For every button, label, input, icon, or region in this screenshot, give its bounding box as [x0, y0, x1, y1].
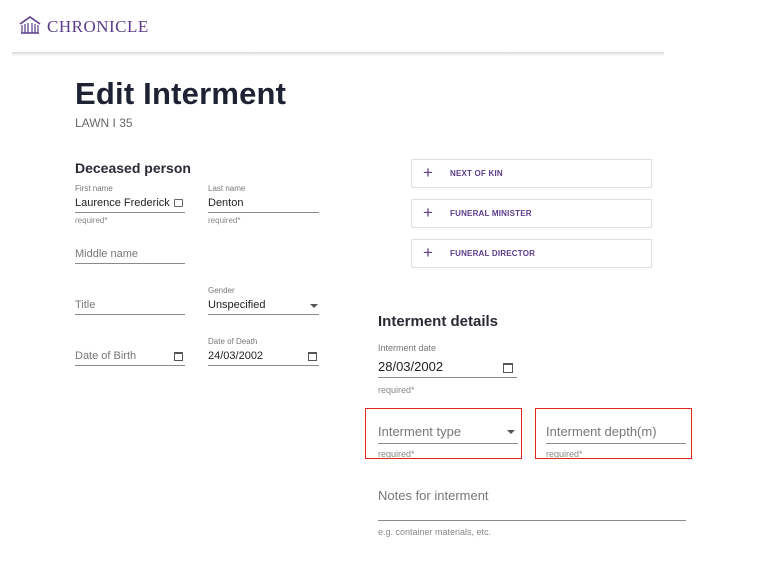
interment-depth-placeholder: Interment depth(m) — [546, 424, 657, 439]
calendar-icon[interactable] — [503, 363, 513, 373]
interment-type-underline — [378, 443, 518, 444]
date-of-death-label: Date of Death — [208, 337, 258, 346]
interment-notes-placeholder: Notes for interment — [378, 488, 489, 503]
title-underline — [75, 314, 185, 315]
calendar-icon[interactable] — [308, 352, 317, 361]
date-of-death-underline — [208, 365, 319, 366]
section-deceased-heading: Deceased person — [75, 160, 191, 176]
title-placeholder: Title — [75, 299, 96, 311]
interment-date-value: 28/03/2002 — [378, 359, 444, 374]
interment-notes-underline — [378, 520, 686, 521]
add-funeral-director-button[interactable]: + FUNERAL DIRECTOR — [411, 239, 652, 268]
interment-date-hint: required* — [378, 385, 415, 395]
last-name-label: Last name — [208, 184, 246, 193]
calendar-icon[interactable] — [174, 352, 183, 361]
date-of-death-value: 24/03/2002 — [208, 350, 264, 362]
middle-name-field[interactable]: Middle name — [75, 245, 185, 265]
title-field[interactable]: Title — [75, 296, 185, 316]
interment-notes-hint: e.g. container materials, etc. — [378, 527, 492, 537]
chevron-down-icon[interactable] — [507, 430, 515, 434]
first-name-value: Laurence Frederick — [75, 197, 170, 209]
interment-depth-field[interactable]: Interment depth(m) — [546, 421, 686, 445]
last-name-hint: required* — [208, 216, 241, 225]
last-name-field[interactable]: Last name Denton — [208, 182, 319, 216]
add-funeral-minister-button[interactable]: + FUNERAL MINISTER — [411, 199, 652, 228]
add-next-of-kin-label: NEXT OF KIN — [450, 169, 503, 178]
interment-type-select[interactable]: Interment type — [378, 421, 518, 445]
interment-date-field[interactable]: Interment date 28/03/2002 — [378, 342, 517, 379]
header-divider — [12, 52, 664, 56]
interment-notes-field[interactable]: Notes for interment — [378, 486, 686, 522]
gender-underline — [208, 314, 319, 315]
gender-select[interactable]: Gender Unspecified — [208, 285, 319, 316]
add-funeral-director-label: FUNERAL DIRECTOR — [450, 249, 536, 258]
add-next-of-kin-button[interactable]: + NEXT OF KIN — [411, 159, 652, 188]
building-arches-icon — [19, 16, 41, 34]
date-of-birth-placeholder: Date of Birth — [75, 350, 137, 362]
last-name-value: Denton — [208, 197, 244, 209]
date-of-birth-field[interactable]: Date of Birth — [75, 347, 185, 367]
middle-name-placeholder: Middle name — [75, 248, 138, 260]
first-name-field[interactable]: First name Laurence Frederick — [75, 182, 185, 216]
interment-type-placeholder: Interment type — [378, 424, 462, 439]
plus-icon: + — [423, 163, 433, 182]
chevron-down-icon[interactable] — [310, 304, 318, 308]
first-name-underline — [75, 212, 185, 213]
last-name-underline — [208, 212, 319, 213]
middle-name-underline — [75, 263, 185, 264]
first-name-label: First name — [75, 184, 113, 193]
gender-value: Unspecified — [208, 299, 266, 311]
first-name-hint: required* — [75, 216, 108, 225]
contact-card-icon[interactable] — [174, 199, 183, 207]
app-logo-text[interactable]: CHRONICLE — [47, 17, 149, 37]
add-funeral-minister-label: FUNERAL MINISTER — [450, 209, 532, 218]
interment-depth-hint: required* — [546, 449, 583, 459]
gender-label: Gender — [208, 286, 235, 295]
page-title: Edit Interment — [75, 76, 287, 111]
page-subtitle: LAWN I 35 — [75, 116, 133, 130]
interment-date-underline — [378, 377, 517, 378]
interment-date-label: Interment date — [378, 343, 437, 353]
date-of-death-field[interactable]: Date of Death 24/03/2002 — [208, 336, 319, 367]
section-interment-heading: Interment details — [378, 313, 499, 330]
plus-icon: + — [423, 243, 433, 262]
interment-depth-underline — [546, 443, 686, 444]
plus-icon: + — [423, 203, 433, 222]
interment-type-hint: required* — [378, 449, 415, 459]
date-of-birth-underline — [75, 365, 185, 366]
